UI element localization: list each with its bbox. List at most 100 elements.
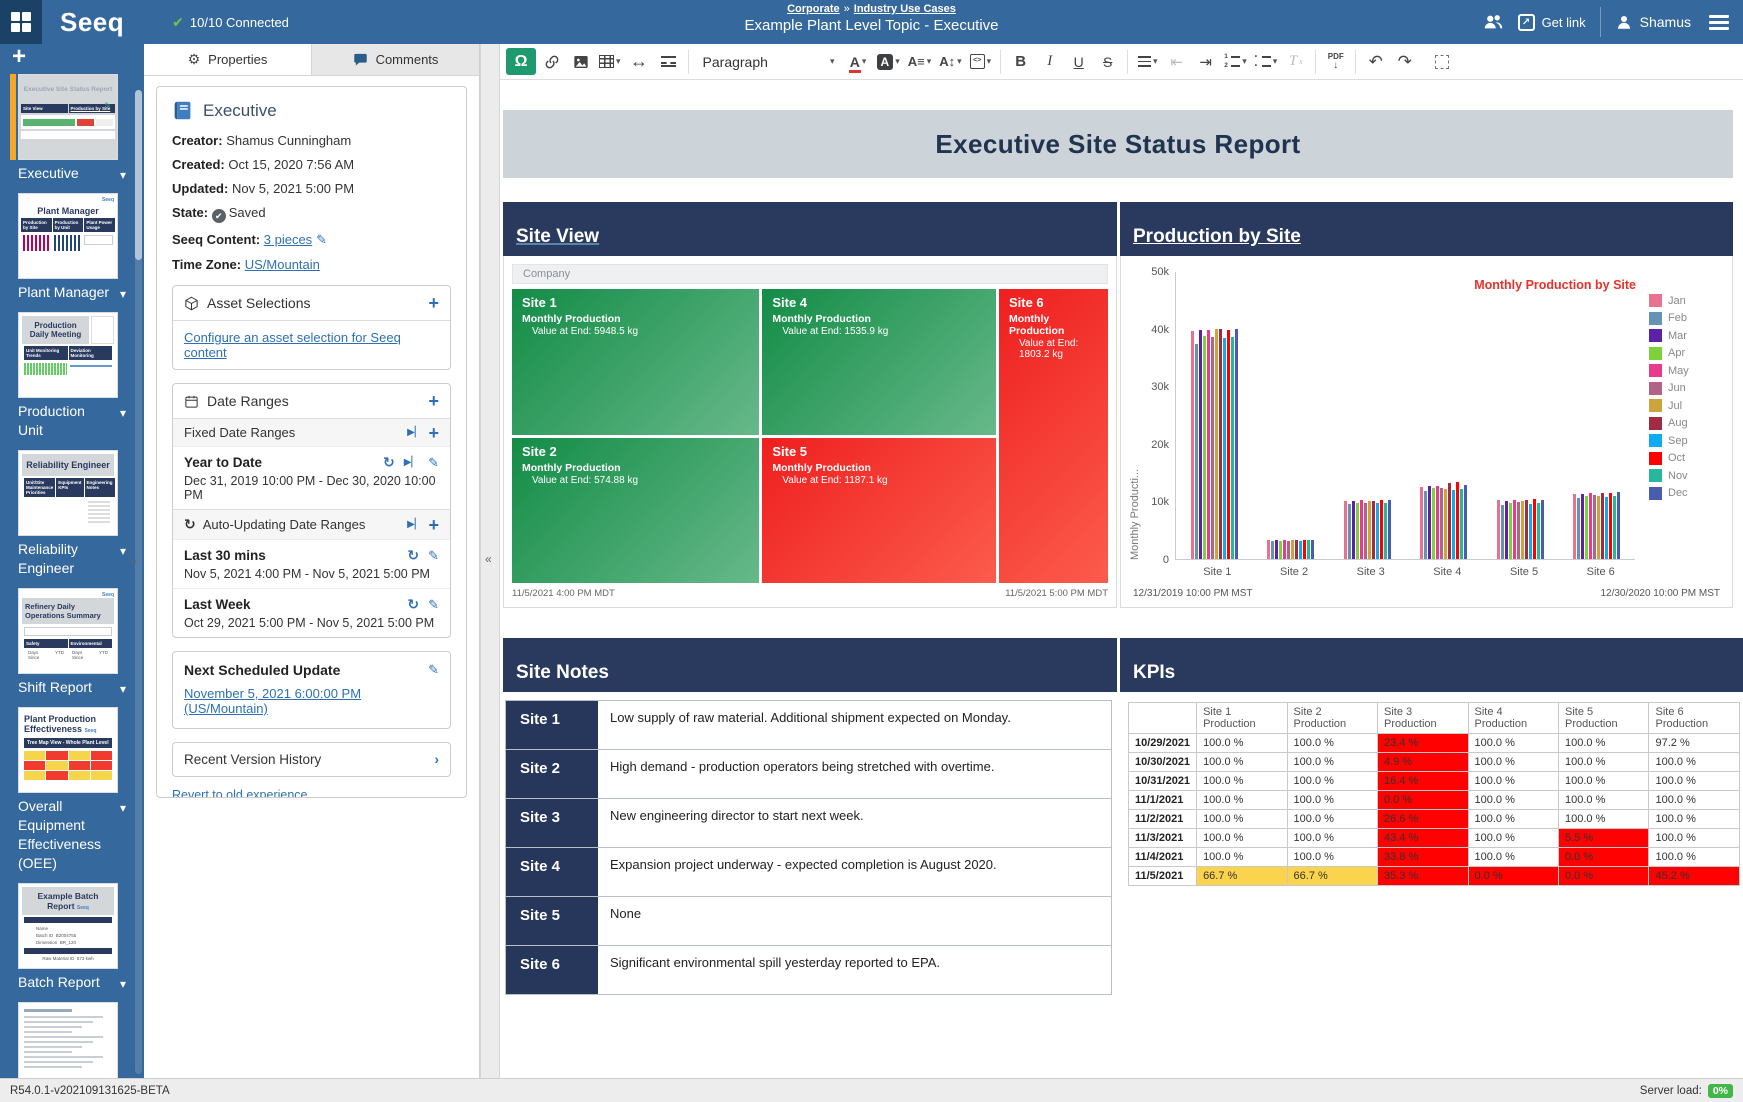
- bar-feb[interactable]: [1195, 344, 1198, 559]
- bar-apr[interactable]: [1509, 503, 1512, 559]
- bar-sep[interactable]: [1223, 338, 1226, 559]
- seeq-content-link[interactable]: 3 pieces: [264, 232, 312, 247]
- bar-feb[interactable]: [1424, 491, 1427, 559]
- legend-item-jul[interactable]: Jul: [1649, 399, 1689, 412]
- bar-jul[interactable]: [1215, 329, 1218, 559]
- bar-may[interactable]: [1207, 330, 1210, 559]
- bullet-list-button[interactable]: ••▾: [1252, 48, 1281, 75]
- fixed-width-button[interactable]: ↔: [626, 48, 653, 75]
- bar-dec[interactable]: [1235, 329, 1238, 559]
- chevron-down-icon[interactable]: ▾: [120, 542, 126, 561]
- get-link-button[interactable]: ↗ Get link: [1518, 14, 1586, 31]
- bar-aug[interactable]: [1525, 500, 1528, 559]
- configure-asset-selection-link[interactable]: Configure an asset selection for Seeq co…: [184, 330, 401, 360]
- treemap-node-site-4[interactable]: Site 4Monthly ProductionValue at End: 15…: [762, 289, 996, 435]
- font-family-button[interactable]: A≡▾: [905, 48, 935, 75]
- sidebar-item-label[interactable]: Plant Manager▾: [18, 283, 126, 302]
- insert-template-button[interactable]: <>▾: [967, 48, 995, 75]
- document-thumbnail[interactable]: Production Daily MeetingUnit Monitoring …: [18, 312, 118, 398]
- insert-table-button[interactable]: ▾: [596, 48, 624, 75]
- legend-item-mar[interactable]: Mar: [1649, 329, 1689, 342]
- bar-sep[interactable]: [1605, 497, 1608, 559]
- time-zone-link[interactable]: US/Mountain: [245, 257, 320, 272]
- bar-sep[interactable]: [1529, 504, 1532, 559]
- legend-item-apr[interactable]: Apr: [1649, 347, 1689, 360]
- document-thumbnail[interactable]: Executive Site Status Report✎Site ViewPr…: [18, 74, 118, 160]
- insert-seeq-content-button[interactable]: Ω: [506, 48, 536, 75]
- bar-mar[interactable]: [1352, 501, 1355, 559]
- bar-feb[interactable]: [1501, 505, 1504, 559]
- treemap-node-site-2[interactable]: Site 2Monthly ProductionValue at End: 57…: [512, 438, 759, 584]
- bar-mar[interactable]: [1275, 540, 1278, 559]
- treemap-node-site-1[interactable]: Site 1Monthly ProductionValue at End: 59…: [512, 289, 759, 435]
- treemap-node-site-5[interactable]: Site 5Monthly ProductionValue at End: 11…: [762, 438, 996, 584]
- bar-jun[interactable]: [1440, 488, 1443, 559]
- bar-jun[interactable]: [1211, 337, 1214, 559]
- site-view-title[interactable]: Site View: [516, 226, 599, 248]
- numbered-list-button[interactable]: 12▾: [1221, 48, 1250, 75]
- bar-may[interactable]: [1589, 493, 1592, 559]
- bar-apr[interactable]: [1279, 541, 1282, 559]
- bar-feb[interactable]: [1577, 498, 1580, 559]
- edit-icon[interactable]: ✎: [428, 455, 439, 471]
- edit-schedule-icon[interactable]: ✎: [428, 662, 439, 678]
- edit-icon[interactable]: ✎: [428, 597, 439, 613]
- document-thumbnail[interactable]: SeeqPlant ManagerProduction by SiteProdu…: [18, 193, 118, 279]
- chevron-down-icon[interactable]: ▾: [120, 285, 126, 304]
- treemap-node-site-6[interactable]: Site 6Monthly ProductionValue at End: 18…: [999, 289, 1108, 583]
- document-thumbnail[interactable]: [18, 1002, 118, 1078]
- add-auto-range-button[interactable]: +: [428, 518, 439, 532]
- export-pdf-button[interactable]: PDF↓: [1322, 48, 1349, 75]
- tab-comments[interactable]: Comments: [311, 44, 479, 75]
- bar-apr[interactable]: [1585, 496, 1588, 559]
- breadcrumb-industry-use-cases[interactable]: Industry Use Cases: [854, 3, 956, 15]
- legend-item-jan[interactable]: Jan: [1649, 294, 1689, 307]
- bar-jun[interactable]: [1287, 541, 1290, 559]
- collapse-panel-handle[interactable]: «: [485, 552, 492, 566]
- revert-link[interactable]: Revert to old experience: [172, 788, 308, 798]
- sidebar-scrollbar[interactable]: [135, 90, 142, 1074]
- bar-may[interactable]: [1360, 500, 1363, 559]
- user-menu[interactable]: Shamus: [1615, 13, 1691, 31]
- legend-item-oct[interactable]: Oct: [1649, 452, 1689, 465]
- indent-button[interactable]: ⇥: [1192, 48, 1219, 75]
- treemap-root-label[interactable]: Company: [512, 264, 1108, 284]
- collapse-sidebar-handle[interactable]: «: [131, 554, 138, 568]
- clear-formatting-button[interactable]: Tx: [1282, 48, 1309, 75]
- bar-nov[interactable]: [1613, 496, 1616, 559]
- resize-content-button[interactable]: [1428, 48, 1455, 75]
- bar-mar[interactable]: [1428, 486, 1431, 559]
- undo-button[interactable]: ↶: [1362, 48, 1389, 75]
- bar-oct[interactable]: [1456, 482, 1459, 559]
- app-switcher-button[interactable]: [0, 0, 42, 44]
- recent-version-history-button[interactable]: Recent Version History ›: [172, 742, 451, 777]
- chevron-down-icon[interactable]: ▾: [120, 166, 126, 185]
- highlight-color-button[interactable]: A▾: [874, 48, 903, 75]
- page-break-button[interactable]: [655, 48, 682, 75]
- legend-item-nov[interactable]: Nov: [1649, 469, 1689, 482]
- legend-item-dec[interactable]: Dec: [1649, 487, 1689, 500]
- production-by-site-title[interactable]: Production by Site: [1133, 226, 1301, 248]
- bar-feb[interactable]: [1348, 504, 1351, 559]
- font-size-button[interactable]: A↕▾: [936, 48, 964, 75]
- bar-feb[interactable]: [1271, 541, 1274, 559]
- bar-dec[interactable]: [1464, 485, 1467, 559]
- step-to-end-icon[interactable]: ▶▏: [407, 519, 422, 530]
- legend-item-jun[interactable]: Jun: [1649, 382, 1689, 395]
- legend-item-sep[interactable]: Sep: [1649, 434, 1689, 447]
- users-icon[interactable]: [1482, 11, 1504, 33]
- bar-aug[interactable]: [1372, 501, 1375, 559]
- bar-apr[interactable]: [1356, 503, 1359, 559]
- sidebar-item-label[interactable]: Overall Equipment Effectiveness (OEE)▾: [18, 797, 126, 873]
- sidebar-item-label[interactable]: Batch Report▾: [18, 973, 126, 992]
- sidebar-item-label[interactable]: Shift Report▾: [18, 678, 126, 697]
- insert-image-button[interactable]: [567, 48, 594, 75]
- bar-nov[interactable]: [1231, 337, 1234, 559]
- chevron-down-icon[interactable]: ▾: [120, 404, 126, 423]
- font-color-button[interactable]: A▾: [845, 48, 872, 75]
- step-to-end-icon[interactable]: ▶▏: [407, 427, 422, 438]
- bar-apr[interactable]: [1432, 488, 1435, 559]
- bar-jun[interactable]: [1364, 503, 1367, 559]
- bar-jun[interactable]: [1593, 495, 1596, 559]
- document-thumbnail[interactable]: SeeqRefinery Daily Operations SummarySaf…: [18, 588, 118, 674]
